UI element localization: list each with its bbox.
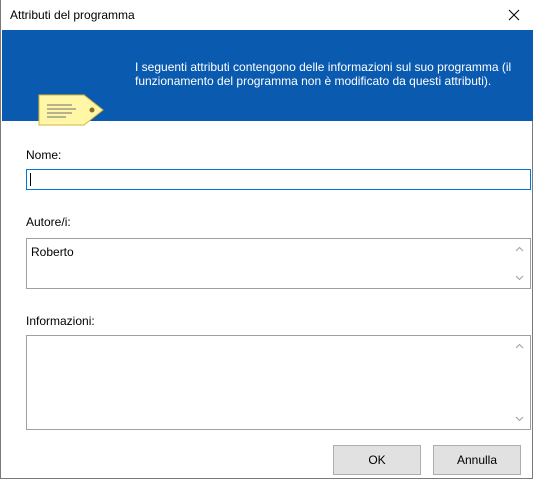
- authors-textarea[interactable]: Roberto: [26, 238, 531, 289]
- name-label: Nome:: [26, 148, 62, 162]
- program-attributes-dialog: Attributi del programma I seguenti attri…: [0, 0, 534, 479]
- text-caret: [30, 173, 31, 186]
- scroll-up-icon[interactable]: [515, 342, 524, 351]
- close-icon: [508, 9, 520, 21]
- banner-description: I seguenti attributi contengono delle in…: [135, 60, 512, 88]
- title-bar: Attributi del programma: [1, 0, 534, 30]
- authors-label: Autore/i:: [26, 215, 71, 229]
- info-banner: I seguenti attributi contengono delle in…: [2, 30, 533, 126]
- name-input[interactable]: [26, 169, 531, 190]
- scroll-down-icon[interactable]: [515, 414, 524, 423]
- window-title: Attributi del programma: [10, 8, 135, 22]
- close-button[interactable]: [494, 0, 534, 30]
- scroll-down-icon[interactable]: [515, 273, 524, 282]
- scroll-up-icon[interactable]: [515, 245, 524, 254]
- authors-value: Roberto: [31, 245, 74, 259]
- cancel-button[interactable]: Annulla: [433, 445, 521, 475]
- info-label: Informazioni:: [26, 314, 95, 328]
- info-textarea[interactable]: [26, 335, 531, 430]
- ok-button[interactable]: OK: [333, 445, 421, 475]
- tag-icon: [38, 94, 104, 126]
